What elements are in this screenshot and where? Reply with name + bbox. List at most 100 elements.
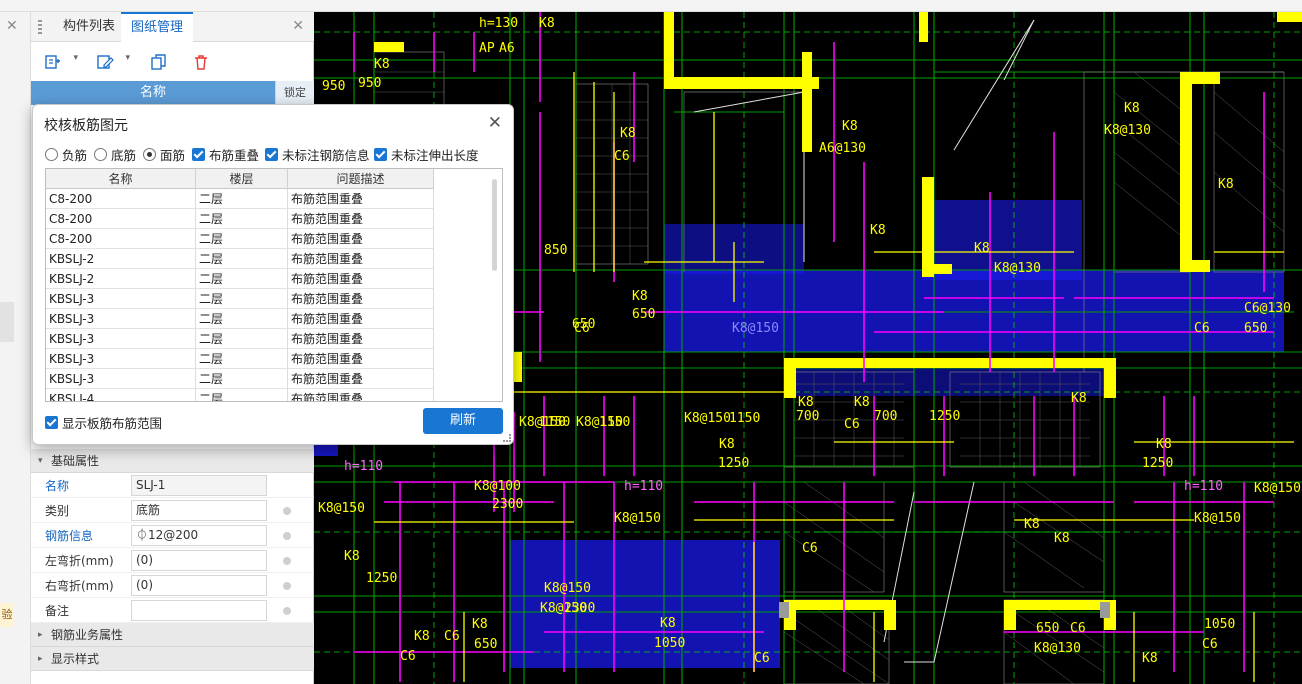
cad-label: C6 bbox=[754, 651, 770, 666]
expand-arrow-icon: ▸ bbox=[38, 654, 43, 664]
refresh-button[interactable]: 刷新 bbox=[423, 408, 503, 434]
cad-label: C6 bbox=[844, 417, 860, 432]
cad-label: K8 bbox=[842, 119, 858, 134]
cad-label: K8 bbox=[870, 223, 886, 238]
table-row[interactable]: KBSLJ-4 二层 布筋范围重叠 bbox=[46, 389, 434, 401]
dialog-close-icon[interactable]: ✕ bbox=[488, 113, 502, 133]
add-drawing-button[interactable] bbox=[39, 49, 78, 73]
cad-label: 950 bbox=[358, 76, 381, 91]
cell-issue: 布筋范围重叠 bbox=[288, 249, 434, 269]
prop-value-remark[interactable] bbox=[131, 600, 267, 621]
cell-name: KBSLJ-3 bbox=[46, 349, 196, 369]
prop-label-rebar-info: 钢筋信息 bbox=[45, 529, 94, 543]
cad-label: 650 bbox=[572, 317, 595, 332]
table-row[interactable]: KBSLJ-2 二层 布筋范围重叠 bbox=[46, 249, 434, 269]
prop-attach-dot-icon[interactable] bbox=[283, 557, 291, 565]
show-range-label: 显示板筋布筋范围 bbox=[62, 416, 163, 431]
cad-label: 2300 bbox=[492, 497, 523, 512]
prop-value-right-bend[interactable]: (0) bbox=[131, 575, 267, 596]
dock-verify-tab[interactable]: 验 bbox=[0, 603, 14, 627]
table-row[interactable]: KBSLJ-3 二层 布筋范围重叠 bbox=[46, 349, 434, 369]
tab-component-list[interactable]: 构件列表 bbox=[53, 12, 125, 42]
checkbox-checked-icon[interactable] bbox=[265, 147, 278, 161]
prop-attach-dot-icon[interactable] bbox=[283, 507, 291, 515]
column-header-floor[interactable]: 楼层 bbox=[196, 169, 288, 189]
drag-grip-icon[interactable] bbox=[38, 20, 42, 34]
prop-value-type[interactable]: 底筋 bbox=[131, 500, 267, 521]
section-display-style[interactable]: ▸ 显示样式 bbox=[31, 647, 314, 671]
cad-label: K8 bbox=[1142, 651, 1158, 666]
section-rebar-business[interactable]: ▸ 钢筋业务属性 bbox=[31, 623, 314, 647]
table-row[interactable]: KBSLJ-3 二层 布筋范围重叠 bbox=[46, 289, 434, 309]
prop-value-rebar-info[interactable]: ⏀12@200 bbox=[131, 525, 267, 546]
tab-drawing-management[interactable]: 图纸管理 bbox=[121, 12, 194, 42]
column-header-name[interactable]: 名称 bbox=[46, 169, 196, 189]
prop-row-right-bend: 右弯折(mm) (0) bbox=[31, 573, 314, 598]
cell-floor: 二层 bbox=[196, 329, 288, 349]
cad-label: C6 bbox=[802, 541, 818, 556]
radio-circle-icon[interactable] bbox=[94, 147, 107, 161]
checkbox-checked-icon[interactable] bbox=[192, 147, 205, 161]
cad-label: K8 bbox=[414, 629, 430, 644]
checkbox-show-rebar-range[interactable]: 显示板筋布筋范围 bbox=[45, 413, 162, 432]
cad-label: 1250 bbox=[1142, 456, 1173, 471]
add-drawing-icon bbox=[45, 55, 60, 69]
table-row[interactable]: C8-200 二层 布筋范围重叠 bbox=[46, 229, 434, 249]
table-scrollbar[interactable] bbox=[492, 179, 497, 271]
cell-floor: 二层 bbox=[196, 229, 288, 249]
cad-label: K8 bbox=[798, 395, 814, 410]
checkbox-checked-icon[interactable] bbox=[374, 147, 387, 161]
cad-label: K8 bbox=[1218, 177, 1234, 192]
drawing-table-lock-header[interactable]: 锁定 bbox=[275, 81, 314, 105]
column-header-issue[interactable]: 问题描述 bbox=[288, 169, 434, 189]
prop-value-name[interactable]: SLJ-1 bbox=[131, 475, 267, 496]
cad-label: K8 bbox=[1024, 517, 1040, 532]
cad-label: K8 bbox=[1124, 101, 1140, 116]
resize-grip-icon[interactable] bbox=[503, 434, 511, 442]
checkbox-no-extend-length[interactable]: 未标注伸出长度 bbox=[374, 145, 479, 163]
dock-close-icon[interactable]: ✕ bbox=[6, 18, 18, 34]
table-row[interactable]: KBSLJ-3 二层 布筋范围重叠 bbox=[46, 329, 434, 349]
delete-drawing-button[interactable] bbox=[187, 49, 213, 73]
cad-label: K8 bbox=[1071, 391, 1087, 406]
cell-name: KBSLJ-2 bbox=[46, 269, 196, 289]
table-row[interactable]: C8-200 二层 布筋范围重叠 bbox=[46, 209, 434, 229]
radio-top-rebar[interactable]: 面筋 bbox=[143, 145, 185, 163]
checkbox-overlap[interactable]: 布筋重叠 bbox=[192, 145, 259, 163]
prop-attach-dot-icon[interactable] bbox=[283, 582, 291, 590]
prop-label-remark: 备注 bbox=[45, 604, 70, 618]
table-row[interactable]: KBSLJ-3 二层 布筋范围重叠 bbox=[46, 309, 434, 329]
prop-value-left-bend[interactable]: (0) bbox=[131, 550, 267, 571]
radio-circle-icon[interactable] bbox=[45, 147, 58, 161]
section-basic-properties[interactable]: ▾ 基础属性 bbox=[31, 449, 314, 473]
cad-label: 700 bbox=[796, 409, 819, 424]
cad-label: C6 bbox=[614, 149, 630, 164]
cad-label: C6 bbox=[1194, 321, 1210, 336]
prop-attach-dot-icon[interactable] bbox=[283, 607, 291, 615]
cad-label: 950 bbox=[322, 79, 345, 94]
table-row[interactable]: KBSLJ-2 二层 布筋范围重叠 bbox=[46, 269, 434, 289]
cad-label: 1250 bbox=[929, 409, 960, 424]
dock-selected-item[interactable] bbox=[0, 302, 14, 342]
copy-drawing-button[interactable] bbox=[145, 49, 171, 73]
table-row[interactable]: C8-200 二层 布筋范围重叠 bbox=[46, 189, 434, 209]
cad-label: K8@150 bbox=[1194, 511, 1241, 526]
checkbox-checked-icon[interactable] bbox=[45, 416, 58, 429]
radio-negative-rebar[interactable]: 负筋 bbox=[45, 145, 87, 163]
cell-floor: 二层 bbox=[196, 389, 288, 401]
prop-row-left-bend: 左弯折(mm) (0) bbox=[31, 548, 314, 573]
radio-bottom-rebar[interactable]: 底筋 bbox=[94, 145, 136, 163]
issues-table[interactable]: 名称 楼层 问题描述 C8-200 二层 布筋范围重叠 C8-200 二层 布筋… bbox=[45, 168, 503, 402]
radio-selected-icon[interactable] bbox=[143, 147, 156, 161]
checkbox-no-rebar-info[interactable]: 未标注钢筋信息 bbox=[265, 145, 370, 163]
table-row[interactable]: KBSLJ-3 二层 布筋范围重叠 bbox=[46, 369, 434, 389]
prop-attach-dot-icon[interactable] bbox=[283, 532, 291, 540]
edit-drawing-button[interactable] bbox=[91, 49, 130, 73]
cad-label: K8@150 bbox=[684, 411, 731, 426]
panel-close-icon[interactable]: ✕ bbox=[292, 18, 304, 34]
drawing-table-name-header[interactable]: 名称 bbox=[31, 81, 275, 105]
edit-icon bbox=[97, 55, 114, 69]
cad-label: 650 bbox=[632, 307, 655, 322]
cad-label: 1250 bbox=[366, 571, 397, 586]
cad-label: 850 bbox=[544, 243, 567, 258]
